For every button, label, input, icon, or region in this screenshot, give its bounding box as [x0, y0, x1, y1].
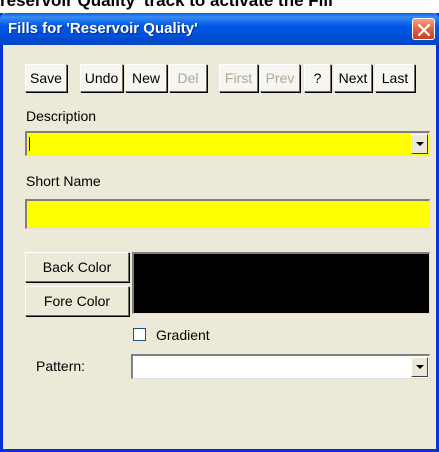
help-button[interactable]: ? [304, 64, 331, 92]
next-button[interactable]: Next [334, 64, 372, 92]
description-dropdown-button[interactable] [411, 134, 428, 154]
undo-button[interactable]: Undo [80, 64, 123, 92]
gradient-checkbox[interactable] [133, 328, 146, 341]
fore-color-button[interactable]: Fore Color [25, 286, 129, 316]
description-combo[interactable] [25, 131, 430, 156]
close-button[interactable] [412, 18, 435, 40]
title-bar[interactable]: Fills for 'Reservoir Quality' [0, 13, 439, 45]
gradient-label: Gradient [156, 327, 210, 343]
window-title: Fills for 'Reservoir Quality' [8, 20, 198, 37]
pattern-combo[interactable] [131, 354, 430, 379]
back-color-button[interactable]: Back Color [25, 252, 129, 282]
close-icon [418, 24, 430, 36]
background-caption: reservoir Quality' track to activate the… [0, 0, 333, 10]
pattern-label: Pattern: [36, 358, 86, 374]
chevron-down-icon [416, 365, 424, 369]
new-button[interactable]: New [125, 64, 167, 92]
color-swatch [132, 252, 430, 314]
text-caret [29, 137, 30, 151]
chevron-down-icon [416, 142, 424, 146]
first-button[interactable]: First [219, 64, 258, 92]
short-name-field[interactable] [25, 199, 430, 229]
last-button[interactable]: Last [375, 64, 415, 92]
description-label: Description [26, 108, 97, 124]
save-button[interactable]: Save [25, 64, 67, 92]
short-name-label: Short Name [26, 173, 101, 189]
prev-button[interactable]: Prev [260, 64, 300, 92]
delete-button[interactable]: Del [169, 64, 207, 92]
pattern-dropdown-button[interactable] [411, 357, 428, 377]
